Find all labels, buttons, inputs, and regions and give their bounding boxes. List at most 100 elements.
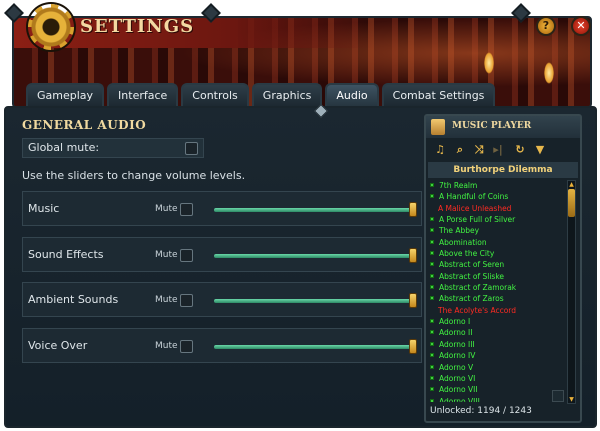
slider-handle-voice-over[interactable] [409,339,417,354]
page-title: SETTINGS [80,16,195,37]
scroll-up-icon[interactable]: ▲ [568,181,575,188]
track-bullet-icon [430,341,434,346]
settings-window: SETTINGS ? ✕ Gameplay Interface Controls… [4,2,597,428]
music-player: MUSIC PLAYER ♫ ⌕ ⤨ ▸| ↻ ▼ Burthorpe Dile… [424,114,582,423]
track-name: Adorno VIII [439,396,480,402]
track-name: A Handful of Coins [439,192,509,202]
filter-icon[interactable]: ▼ [532,142,548,158]
playlist-icon[interactable]: ♫ [432,142,448,158]
track-name: Adorno IV [439,351,476,361]
slider-handle-ambient-sounds[interactable] [409,293,417,308]
mute-checkbox-ambient-sounds[interactable] [180,294,193,307]
track-bullet-icon [430,375,434,380]
search-icon[interactable]: ⌕ [452,142,468,158]
track-name: Adorno VI [439,373,476,383]
resize-handle[interactable] [552,390,564,402]
track-item[interactable]: Adorno III [428,339,565,350]
settings-gear-icon [28,4,74,50]
slider-handle-music[interactable] [409,202,417,217]
unlocked-count: Unlocked: 1194 / 1243 [430,406,532,416]
track-name: Adorno I [439,317,471,327]
tab-graphics[interactable]: Graphics [251,83,323,107]
track-bullet-icon [430,217,434,222]
tab-interface[interactable]: Interface [107,83,179,107]
lamp-decoration [544,62,554,84]
track-item[interactable]: Adorno VI [428,373,565,384]
channel-row-ambient-sounds: Ambient Sounds Mute [22,282,422,317]
tab-bar: Gameplay Interface Controls Graphics Aud… [26,83,496,107]
track-item[interactable]: Abstract of Sliske [428,271,565,282]
section-title: GENERAL AUDIO [22,118,147,132]
skip-icon[interactable]: ▸| [490,142,506,158]
track-bullet-icon [430,319,434,324]
track-name: 7th Realm [439,181,478,190]
track-item[interactable]: Adorno V [428,362,565,373]
track-bullet-icon [430,273,434,278]
track-item[interactable]: A Malice Unleashed [428,203,565,214]
channel-row-music: Music Mute [22,191,422,226]
track-item[interactable]: Abomination [428,237,565,248]
track-name: Adorno VII [439,385,478,395]
track-item[interactable]: Above the City [428,248,565,259]
track-item[interactable]: Adorno I [428,316,565,327]
loop-icon[interactable]: ↻ [512,142,528,158]
tab-combat-settings[interactable]: Combat Settings [381,83,496,107]
track-item[interactable]: A Porse Full of Silver [428,214,565,225]
track-item[interactable]: A Handful of Coins [428,191,565,202]
track-item[interactable]: Adorno IV [428,350,565,361]
track-item[interactable]: Adorno II [428,327,565,338]
close-button[interactable]: ✕ [571,16,591,36]
track-bullet-icon [430,251,434,256]
track-list-scrollbar[interactable]: ▲ ▼ [567,180,576,404]
track-list: 7th Realm A Handful of Coins A Malice Unle… [428,180,565,402]
track-item[interactable]: Abstract of Zamorak [428,282,565,293]
mute-checkbox-music[interactable] [180,203,193,216]
global-mute-row: Global mute: [22,138,204,158]
track-item[interactable]: Abstract of Zaros [428,293,565,304]
track-name: Abstract of Seren [439,260,505,270]
music-player-header: MUSIC PLAYER [426,116,580,138]
track-name: Abstract of Zamorak [439,283,517,293]
tab-controls[interactable]: Controls [181,83,249,107]
tab-audio[interactable]: Audio [325,83,379,107]
mute-checkbox-voice-over[interactable] [180,340,193,353]
mute-label: Mute [155,295,178,305]
track-item[interactable]: Adorno VII [428,384,565,395]
track-name: Abstract of Zaros [439,294,504,304]
track-bullet-icon [430,228,434,233]
track-bullet-icon [430,194,434,199]
shuffle-icon[interactable]: ⤨ [471,142,487,158]
mute-checkbox-sound-effects[interactable] [180,249,193,262]
volume-slider-sound-effects[interactable] [214,254,414,258]
slider-handle-sound-effects[interactable] [409,248,417,263]
music-player-toolbar: ♫ ⌕ ⤨ ▸| ↻ ▼ [426,142,580,160]
volume-slider-music[interactable] [214,208,414,212]
now-playing: Burthorpe Dilemma [428,162,578,178]
track-item[interactable]: The Acolyte's Accord [428,305,565,316]
channel-row-sound-effects: Sound Effects Mute [22,237,422,272]
volume-slider-ambient-sounds[interactable] [214,299,414,303]
global-mute-checkbox[interactable] [185,142,198,155]
track-item[interactable]: Abstract of Seren [428,259,565,270]
track-item[interactable]: 7th Realm [428,180,565,191]
help-button[interactable]: ? [536,16,556,36]
channel-label: Sound Effects [28,248,104,261]
tab-gameplay[interactable]: Gameplay [26,83,105,107]
track-item[interactable]: Adorno VIII [428,396,565,402]
music-player-title: MUSIC PLAYER [452,121,532,131]
global-mute-label: Global mute: [28,141,100,154]
track-name: The Abbey [439,226,480,236]
scroll-down-icon[interactable]: ▼ [568,396,575,403]
track-bullet-icon [430,296,434,301]
scrollbar-thumb[interactable] [568,189,575,217]
track-item[interactable]: The Abbey [428,225,565,236]
volume-slider-voice-over[interactable] [214,345,414,349]
mute-label: Mute [155,204,178,214]
track-bullet-icon [430,183,434,187]
channel-label: Voice Over [28,339,88,352]
track-bullet-icon [430,262,434,267]
track-bullet-icon [430,364,434,369]
mute-label: Mute [155,341,178,351]
track-name: A Porse Full of Silver [439,215,516,225]
slider-hint: Use the sliders to change volume levels. [22,169,246,182]
